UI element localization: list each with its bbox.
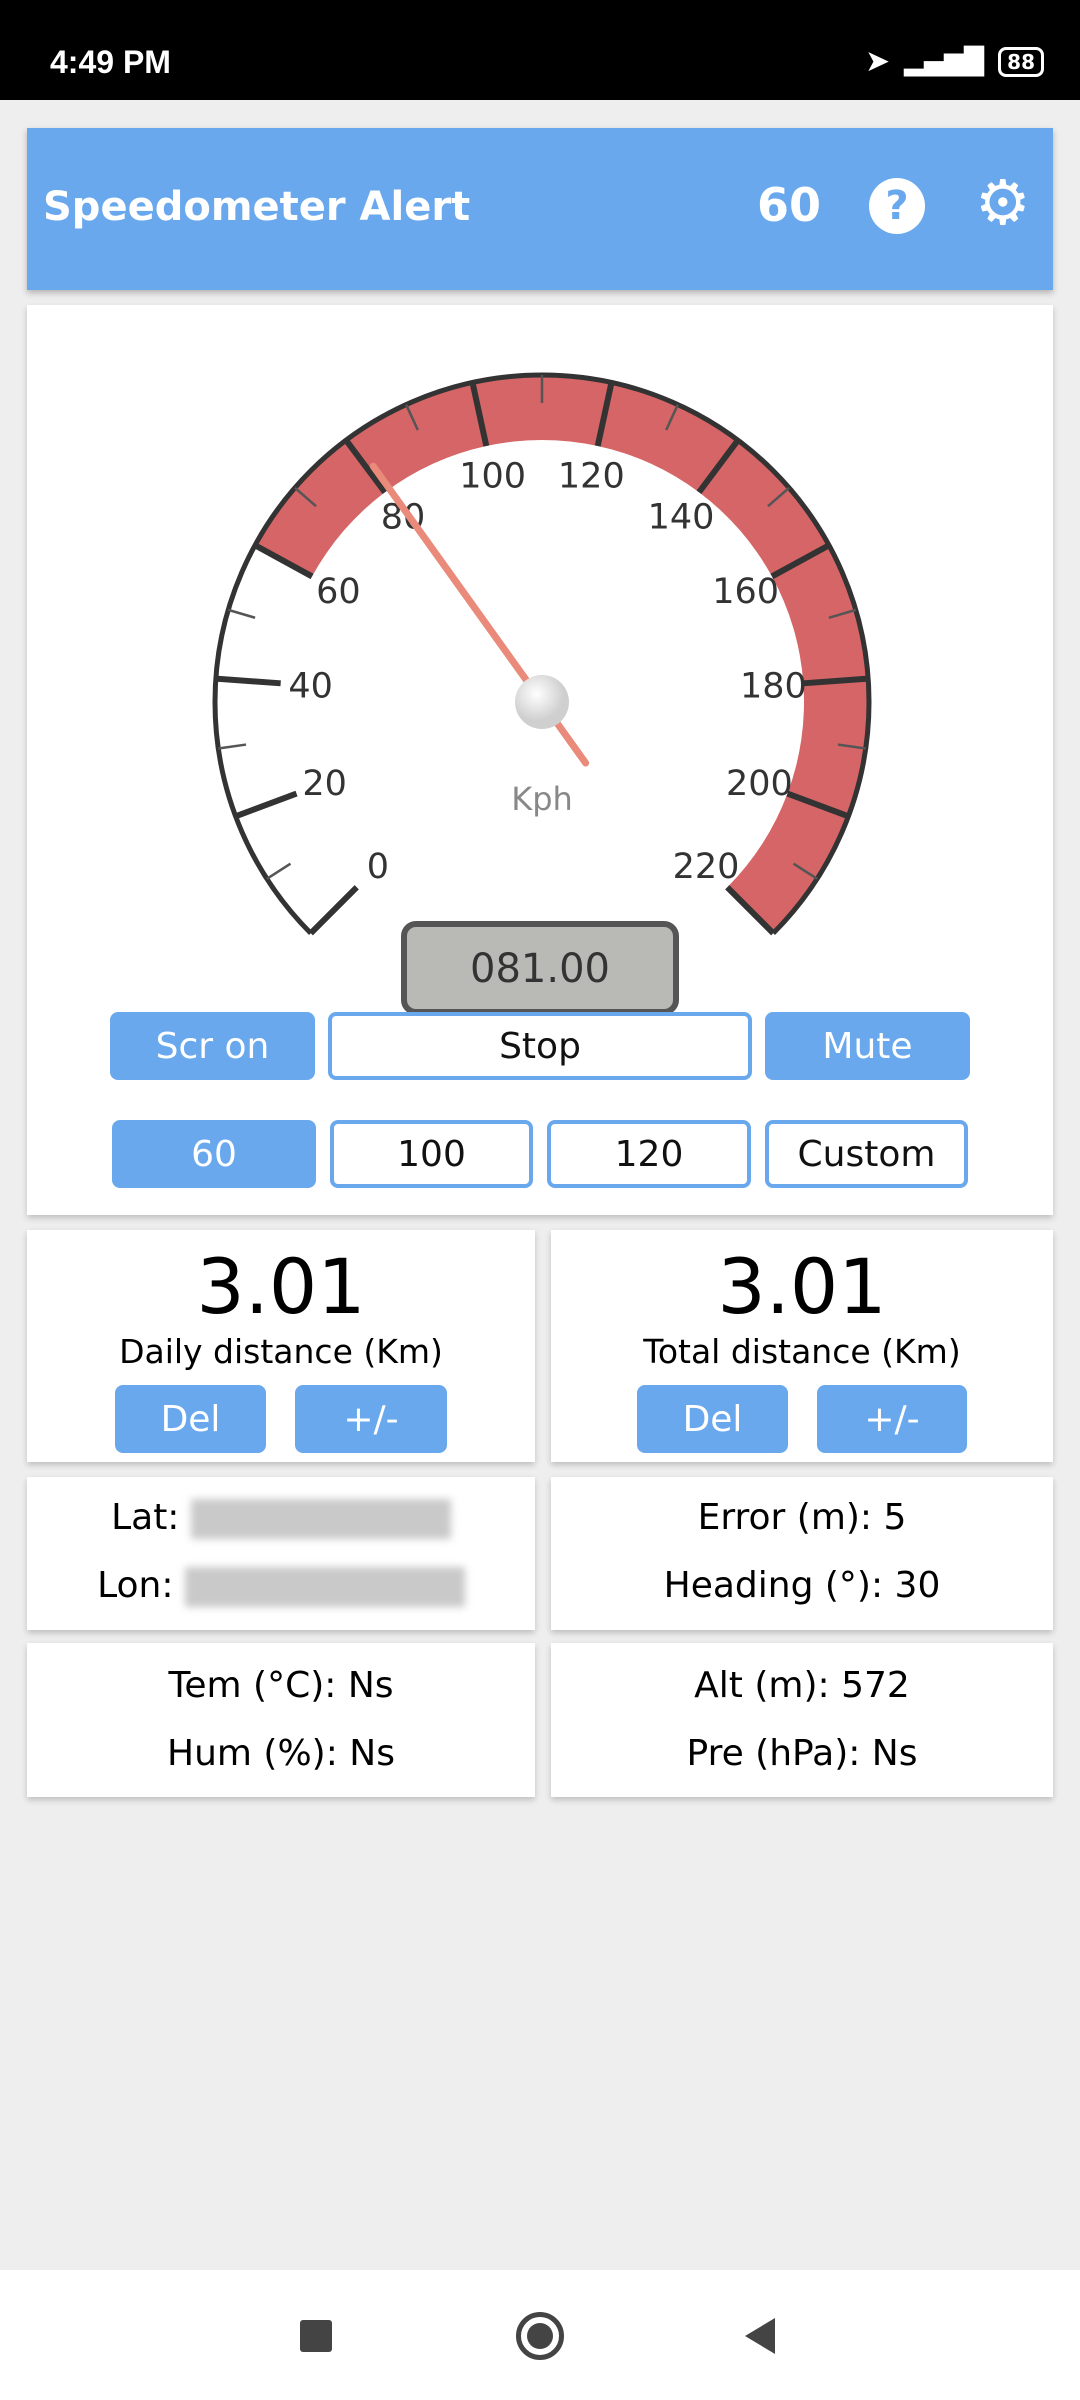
speedometer-gauge: 020406080100 120140160180200220Kph081.00	[212, 372, 872, 1015]
location-arrow-icon: ➤	[865, 44, 891, 79]
status-bar: 4:49 PM ➤ ▂▄▆█ 88	[0, 0, 1080, 100]
tick-label: 40	[288, 666, 333, 706]
minor-tick	[266, 862, 292, 880]
major-tick	[215, 675, 281, 687]
minor-tick	[227, 608, 256, 619]
daily-distance-value: 3.01	[196, 1242, 366, 1331]
tick-label: 60	[316, 572, 361, 612]
longitude-row: Lon:	[27, 1565, 535, 1607]
gear-icon[interactable]: ⚙	[975, 168, 1031, 238]
humidity-text: Hum (%): Ns	[167, 1733, 395, 1774]
accuracy-card: Error (m): 5 Heading (°): 30	[551, 1477, 1053, 1630]
major-tick	[308, 885, 359, 936]
total-adjust-button[interactable]: +/-	[817, 1385, 967, 1453]
latitude-value-redacted	[190, 1499, 451, 1539]
error-text: Error (m): 5	[697, 1497, 907, 1538]
location-card: Lat: Lon:	[27, 1477, 535, 1630]
total-distance-label: Total distance (Km)	[643, 1332, 961, 1371]
tick-label: 140	[648, 497, 715, 537]
daily-distance-label: Daily distance (Km)	[119, 1332, 443, 1371]
speedometer-card: 0 20 40 60 80 100 120 140 160 180 200 220 Kph 081.00 …	[27, 305, 1053, 1215]
daily-distance-card: 3.01 Daily distance (Km) Del +/-	[27, 1230, 535, 1462]
daily-delete-button[interactable]: Del	[115, 1385, 266, 1453]
heading-text: Heading (°): 30	[663, 1565, 941, 1606]
minor-tick	[218, 743, 247, 750]
tick-label: 200	[726, 764, 793, 804]
altitude-text: Alt (m): 572	[694, 1665, 910, 1706]
temperature-text: Tem (°C): Ns	[168, 1665, 394, 1706]
tick-label: 180	[740, 666, 807, 706]
tick-label: 100	[459, 456, 526, 496]
screen-on-button[interactable]: Scr on	[110, 1012, 315, 1080]
preset-120-button[interactable]: 120	[547, 1120, 751, 1188]
tick-label: 160	[712, 572, 779, 612]
preset-60-button[interactable]: 60	[112, 1120, 316, 1188]
recents-square-icon[interactable]	[300, 2320, 332, 2352]
preset-custom-button[interactable]: Custom	[765, 1120, 968, 1188]
latitude-label: Lat:	[111, 1497, 180, 1538]
needle-hub	[515, 675, 569, 729]
tick-label: 220	[673, 847, 740, 887]
total-distance-card: 3.01 Total distance (Km) Del +/-	[551, 1230, 1053, 1462]
help-circle-icon[interactable]: ?	[869, 178, 925, 234]
altitude-card: Alt (m): 572 Pre (hPa): Ns	[551, 1643, 1053, 1797]
pressure-text: Pre (hPa): Ns	[686, 1733, 918, 1774]
tick-label: 120	[558, 456, 625, 496]
signal-icon: ▂▄▆█	[904, 46, 985, 77]
total-delete-button[interactable]: Del	[637, 1385, 788, 1453]
app-bar: Speedometer Alert 60 ? ⚙	[27, 128, 1053, 290]
battery-icon: 88	[998, 46, 1044, 77]
mute-button[interactable]: Mute	[765, 1012, 970, 1080]
preset-100-button[interactable]: 100	[330, 1120, 533, 1188]
status-time: 4:49 PM	[50, 44, 171, 80]
tick-label: 20	[302, 764, 347, 804]
navigation-bar	[0, 2270, 1080, 2400]
tick-label: 0	[367, 847, 389, 887]
weather-card: Tem (°C): Ns Hum (%): Ns	[27, 1643, 535, 1797]
latitude-row: Lat:	[27, 1497, 535, 1539]
unit-label: Kph	[511, 780, 573, 818]
speed-limit-indicator[interactable]: 60	[757, 178, 821, 232]
stop-button[interactable]: Stop	[328, 1012, 752, 1080]
major-tick	[234, 790, 298, 820]
longitude-label: Lon:	[97, 1565, 174, 1606]
daily-adjust-button[interactable]: +/-	[295, 1385, 447, 1453]
longitude-value-redacted	[184, 1567, 465, 1607]
speed-readout: 081.00	[470, 946, 610, 992]
home-circle-icon[interactable]	[516, 2312, 564, 2360]
back-triangle-icon[interactable]	[745, 2318, 775, 2354]
app-title: Speedometer Alert	[43, 184, 471, 230]
total-distance-value: 3.01	[717, 1242, 887, 1331]
